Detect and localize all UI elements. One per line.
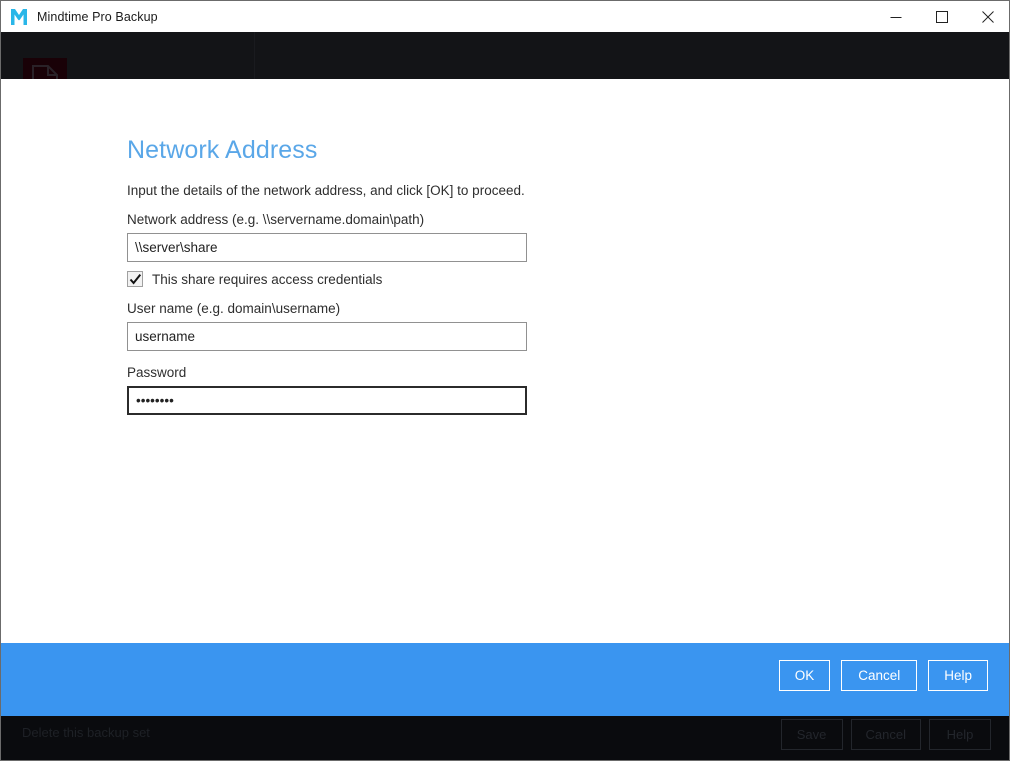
dialog-body: Network Address Input the details of the…: [1, 79, 1009, 643]
window-controls: [873, 1, 1009, 32]
maximize-icon: [936, 10, 948, 23]
background-footer: Delete this backup set Save Cancel Help: [1, 709, 1009, 760]
password-field-group: Password: [127, 365, 527, 415]
ok-button[interactable]: OK: [778, 660, 831, 691]
dialog-description: Input the details of the network address…: [127, 183, 525, 198]
dialog-footer: OK Cancel Help: [1, 643, 1009, 716]
mindtime-m-logo-icon: [10, 8, 28, 26]
background-footer-buttons: Save Cancel Help: [780, 719, 991, 750]
title-bar: Mindtime Pro Backup: [1, 1, 1009, 32]
window-title: Mindtime Pro Backup: [37, 9, 158, 24]
dialog-title: Network Address: [127, 136, 318, 164]
network-address-label: Network address (e.g. \\servername.domai…: [127, 212, 425, 227]
dialog-footer-buttons: OK Cancel Help: [778, 660, 988, 691]
background-header-divider: [254, 32, 255, 83]
user-name-input[interactable]: [127, 322, 527, 351]
background-help-button: Help: [929, 719, 991, 750]
close-icon: [982, 10, 994, 23]
minimize-button[interactable]: [873, 1, 919, 32]
background-cancel-button: Cancel: [850, 719, 921, 750]
user-name-label: User name (e.g. domain\username): [127, 301, 341, 316]
background-delete-backup-set-link: Delete this backup set: [22, 725, 150, 740]
application-window: Mindtime Pro Backup Delete this backup s…: [0, 0, 1010, 761]
requires-credentials-label: This share requires access credentials: [152, 271, 383, 287]
close-button[interactable]: [965, 1, 1009, 32]
background-header: [1, 32, 1009, 83]
password-label: Password: [127, 365, 187, 380]
network-address-input[interactable]: [127, 233, 527, 262]
user-name-field-group: User name (e.g. domain\username): [127, 301, 527, 351]
network-address-field-group: Network address (e.g. \\servername.domai…: [127, 212, 527, 262]
requires-credentials-checkbox[interactable]: [127, 271, 143, 287]
checkmark-icon: [129, 273, 142, 286]
cancel-button[interactable]: Cancel: [841, 660, 918, 691]
network-address-dialog: Network Address Input the details of the…: [1, 79, 1009, 716]
requires-credentials-checkbox-row[interactable]: This share requires access credentials: [127, 271, 382, 287]
background-save-button: Save: [780, 719, 843, 750]
help-button[interactable]: Help: [928, 660, 988, 691]
password-input[interactable]: [127, 386, 527, 415]
maximize-button[interactable]: [919, 1, 965, 32]
minimize-icon: [890, 11, 902, 23]
